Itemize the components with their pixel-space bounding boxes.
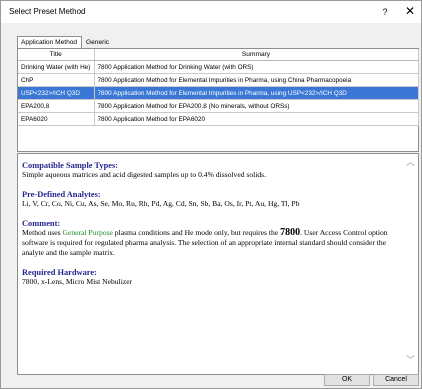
row-title[interactable]: EPA200.8 [18,99,95,113]
compatible-heading: Compatible Sample Types: [22,161,119,170]
row-summary[interactable]: 7800 Application Method for Elemental Im… [94,73,419,87]
row-summary[interactable]: 7800 Application Method for Drinking Wat… [94,60,419,74]
tab-application-method[interactable]: Application Method [17,36,82,48]
select-preset-method-dialog: Select Preset Method ? ✕ Application Met… [0,0,422,389]
analytes-text: Li, V, Cr, Co, Ni, Cu, As, Se, Mo, Ru, R… [22,199,300,208]
table-row[interactable]: EPA6020 7800 Application Method for EPA6… [18,112,419,126]
title-bar: Select Preset Method ? ✕ [1,1,421,23]
model-number: 7800 [280,227,301,238]
comment-part-2: plasma conditions and He mode only, but … [112,228,281,237]
method-table: Title Summary Drinking Water (with He) 7… [17,48,419,152]
column-header-summary[interactable]: Summary [94,49,419,61]
table-header-row: Title Summary [18,49,419,61]
comment-text: Method uses General Purpose plasma condi… [22,228,394,258]
row-title[interactable]: ChP [18,73,95,87]
table-row[interactable]: ChP 7800 Application Method for Elementa… [18,73,419,87]
row-title[interactable]: USP<232>/ICH Q3D [18,86,95,100]
cancel-button[interactable]: Cancel [373,374,419,386]
row-summary[interactable]: 7800 Application Method for Elemental Im… [94,86,419,100]
general-purpose-text: General Purpose [62,228,113,237]
close-icon[interactable]: ✕ [403,4,417,18]
scroll-up-icon[interactable]: ︿ [406,155,415,168]
method-description-panel: ︿ Compatible Sample Types: Simple aqueou… [17,153,419,375]
scroll-down-icon[interactable]: ﹀ [406,353,415,366]
compatible-text: Simple aqueous matrices and acid digeste… [22,170,267,179]
window-title: Select Preset Method [9,7,86,16]
table-row[interactable]: EPA200.8 7800 Application Method for EPA… [18,99,419,113]
help-icon[interactable]: ? [378,5,392,19]
tab-generic-method[interactable]: Generic Method [83,37,133,57]
row-title[interactable]: EPA6020 [18,112,95,126]
analytes-heading: Pre-Defined Analytes: [22,190,101,199]
column-header-title[interactable]: Title [18,49,95,61]
table-row[interactable]: Drinking Water (with He) 7800 Applicatio… [18,60,419,74]
ok-button[interactable]: OK [324,374,370,386]
comment-part-1: Method uses [22,228,63,237]
hardware-heading: Required Hardware: [22,268,97,277]
row-summary[interactable]: 7800 Application Method for EPA6020 [94,112,419,126]
row-title[interactable]: Drinking Water (with He) [18,60,95,74]
row-summary[interactable]: 7800 Application Method for EPA200.8 (No… [94,99,419,113]
hardware-text: 7800, x-Lens, Micro Mist Nebulizer [22,277,133,286]
comment-heading: Comment: [22,219,61,228]
table-row-selected[interactable]: USP<232>/ICH Q3D 7800 Application Method… [18,86,419,100]
